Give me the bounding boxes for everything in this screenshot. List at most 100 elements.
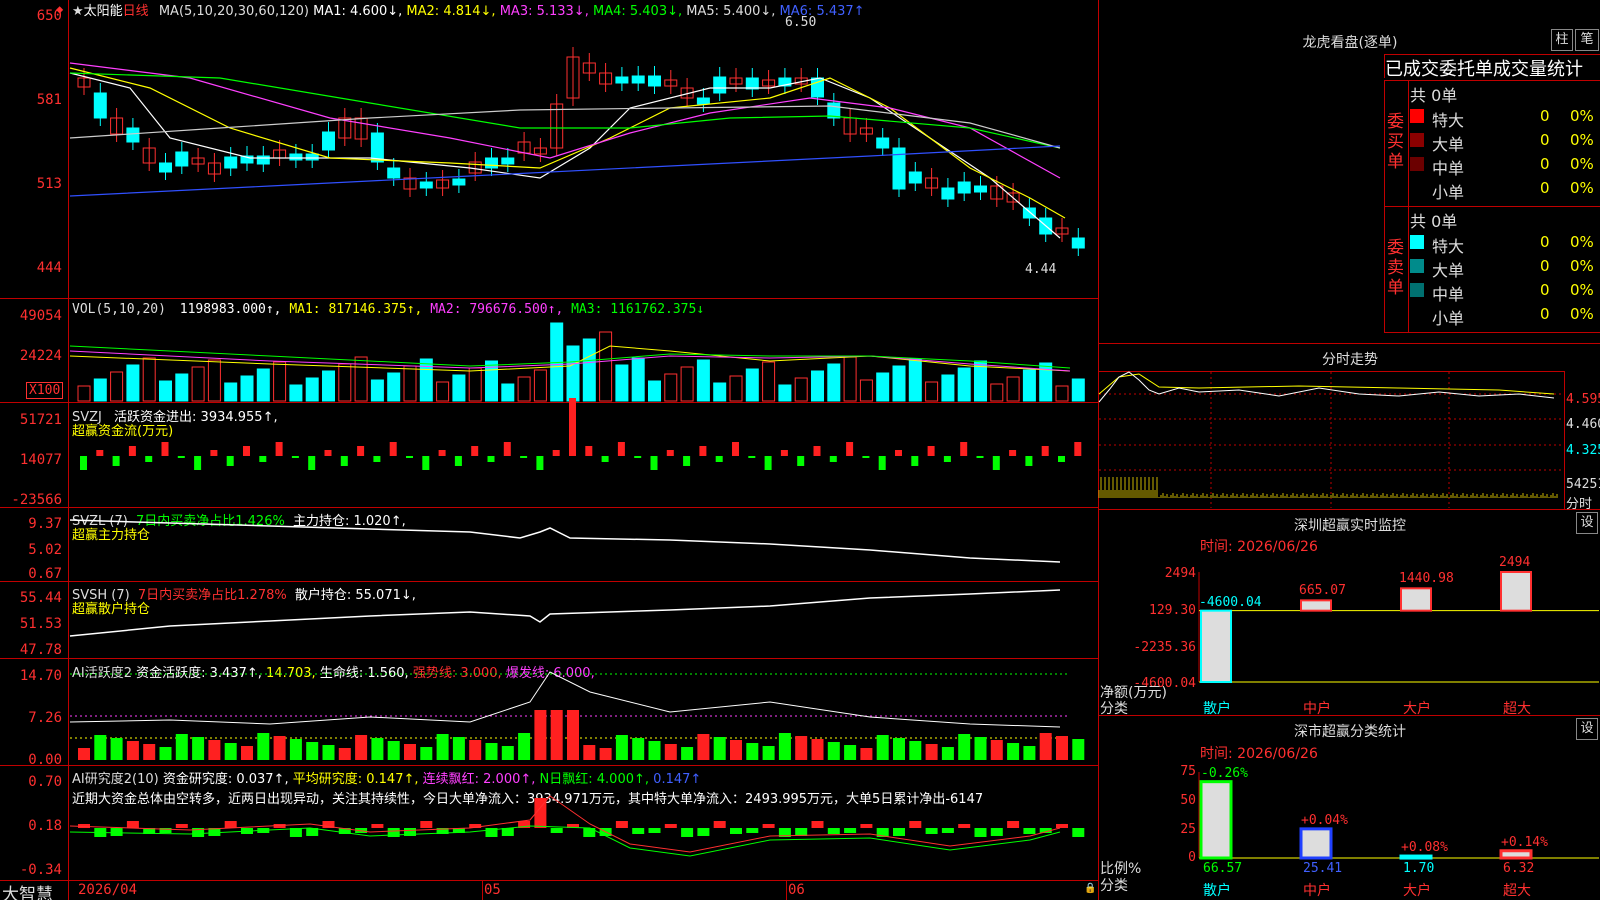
volume-bar	[680, 366, 694, 402]
sz-class-ratio-bar-chart[interactable]	[1198, 772, 1599, 882]
sz-class-settings-button[interactable]: 设	[1576, 718, 1598, 740]
ai2-axis-mid: 0.18	[28, 818, 62, 834]
research-bar	[681, 828, 694, 837]
activity-bar	[730, 740, 742, 760]
lhb-bottom-border	[1384, 332, 1600, 333]
volume-bar	[110, 371, 124, 402]
activity-bar	[159, 747, 172, 760]
svzj-bar	[389, 442, 397, 456]
activity-bar	[941, 747, 954, 760]
lhb-tab-header[interactable]: 已成交委托单成交量统计	[1384, 54, 1600, 78]
fenshi-axis-3: 4.325	[1566, 443, 1600, 458]
svzj-bar	[943, 456, 951, 462]
volume-bar	[517, 376, 531, 402]
date-label-may: 05	[484, 882, 501, 898]
sell-row-label-1: 大单	[1432, 261, 1465, 280]
volume-bar	[452, 374, 466, 402]
activity-bar	[746, 743, 759, 760]
svzj-bar	[194, 456, 202, 470]
volume-bar	[370, 379, 384, 402]
research-bar	[925, 828, 938, 834]
svzj-bar	[128, 446, 136, 456]
brand-logo[interactable]: 大智慧	[2, 880, 53, 900]
svzj-bar	[1009, 450, 1017, 456]
activity-line	[69, 671, 1061, 728]
volume-chart[interactable]	[69, 316, 1096, 402]
volume-bar	[664, 373, 678, 402]
activity-bar	[404, 744, 416, 760]
svzj-bar	[585, 446, 593, 456]
volume-bar	[273, 361, 287, 402]
svzl-line	[69, 519, 1061, 563]
activity-bar	[289, 739, 302, 760]
sell-row-pct-1: 0%	[1570, 257, 1594, 275]
sz-monitor-settings-button[interactable]: 设	[1576, 512, 1598, 534]
stock-name: 太阳能	[83, 4, 123, 19]
volume-bar	[957, 367, 971, 402]
price-axis-581: 581	[36, 92, 62, 108]
research-bar	[958, 824, 971, 828]
date-label-jun: 06	[788, 882, 805, 898]
date-divider-1	[482, 880, 483, 900]
activity-bar	[893, 738, 905, 760]
buy-row-pct-3: 0%	[1570, 179, 1594, 197]
svsh-axis-mid: 51.53	[19, 616, 62, 632]
activity-bar	[844, 745, 857, 760]
activity-bar	[583, 745, 596, 760]
activity-bar	[501, 746, 514, 760]
candle-down	[305, 153, 319, 161]
svzj-bar	[226, 456, 234, 466]
bar-view-button[interactable]: 柱	[1551, 29, 1573, 51]
ai-research-chart[interactable]	[69, 795, 1096, 878]
sell-row-label-0: 特大	[1432, 237, 1465, 256]
activity-bar	[876, 735, 889, 760]
svzj-bar	[862, 456, 870, 458]
sz-axis-1: 2494	[1164, 566, 1196, 581]
candle-down	[974, 185, 987, 193]
svzj-bar	[112, 456, 120, 466]
svzj-bar	[373, 456, 381, 462]
candle-down	[126, 127, 140, 143]
svzj-bar	[797, 456, 805, 466]
vol-ma3: MA3: 1161762.375↓	[571, 302, 705, 317]
activity-bar	[485, 743, 498, 760]
fenshi-title: 分时走势	[1322, 352, 1378, 368]
favorite-star-icon[interactable]: ★	[72, 4, 84, 19]
research-bar	[126, 821, 139, 828]
svzl-axis-bot: 0.67	[28, 566, 62, 582]
research-bar	[730, 828, 742, 834]
sz-class-title: 深市超赢分类统计	[1294, 724, 1406, 740]
lock-icon[interactable]: 🔒	[1084, 883, 1096, 894]
cls-axis-2: 50	[1180, 793, 1196, 808]
activity-bar	[94, 735, 107, 760]
svzj-bar	[1041, 446, 1049, 456]
tick-view-button[interactable]: 笔	[1575, 29, 1599, 51]
activity-bar	[632, 738, 645, 760]
svzj-bar	[895, 450, 902, 456]
volume-bar	[403, 365, 417, 402]
period-label[interactable]: 日线	[123, 4, 149, 19]
ma4-value: MA4: 5.403↓,	[592, 4, 683, 19]
date-label-apr: 2026/04	[78, 882, 138, 898]
ai-activity-chart[interactable]	[69, 662, 1096, 764]
candle-down	[941, 187, 955, 200]
volume-bar	[501, 383, 515, 402]
candlestick-chart[interactable]	[69, 18, 1096, 296]
volume-bar	[794, 377, 808, 402]
svzl-chart[interactable]	[69, 512, 1096, 580]
svzj-chart[interactable]	[70, 398, 1096, 506]
volume-bar	[256, 368, 270, 402]
svzj-bar	[666, 450, 674, 456]
activity-bar	[958, 734, 971, 760]
research-bar	[990, 828, 1003, 836]
sz-netflow-bar-chart[interactable]	[1198, 571, 1599, 684]
volume-bar	[419, 358, 433, 402]
svzj-bar	[911, 456, 919, 466]
cls-value-1: 25.41	[1303, 861, 1343, 876]
intraday-chart[interactable]	[1098, 371, 1564, 508]
activity-bar	[909, 741, 922, 760]
svzj-bar	[503, 442, 511, 456]
ma1-value: MA1: 4.600↓,	[313, 4, 403, 19]
svsh-chart[interactable]	[69, 586, 1096, 656]
activity-bar	[990, 740, 1003, 760]
